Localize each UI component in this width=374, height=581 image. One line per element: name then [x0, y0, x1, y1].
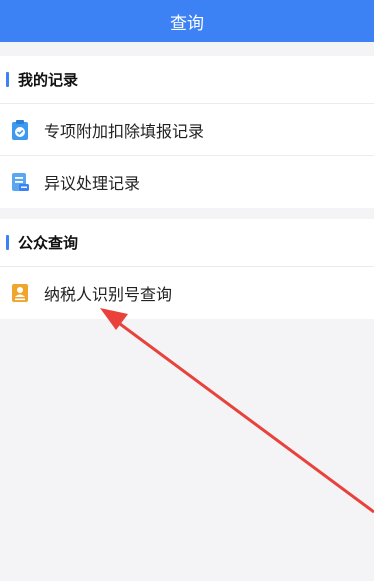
section-title: 我的记录 — [18, 71, 79, 89]
page-title: 查询 — [170, 13, 204, 34]
person-id-icon — [10, 282, 30, 304]
section-header: 公众查询 — [0, 219, 374, 267]
list-item-label: 异议处理记录 — [44, 174, 141, 193]
top-bar: 查询 — [0, 0, 374, 42]
list-item-objection-records[interactable]: 异议处理记录 — [0, 156, 374, 208]
list-item-label: 纳税人识别号查询 — [44, 285, 173, 304]
section-header: 我的记录 — [0, 56, 374, 104]
section-my-records: 我的记录 专项附加扣除填报记录 异议处理记录 — [0, 56, 374, 208]
document-list-icon — [10, 171, 30, 193]
section-public-query: 公众查询 纳税人识别号查询 — [0, 219, 374, 319]
section-accent-bar — [6, 235, 9, 250]
list-item-label: 专项附加扣除填报记录 — [44, 121, 205, 141]
list-item-taxpayer-id-query[interactable]: 纳税人识别号查询 — [0, 267, 374, 319]
section-accent-bar — [6, 72, 9, 87]
clipboard-check-icon — [10, 119, 30, 141]
list-item-special-deduction-records[interactable]: 专项附加扣除填报记录 — [0, 104, 374, 156]
section-title: 公众查询 — [18, 234, 79, 252]
